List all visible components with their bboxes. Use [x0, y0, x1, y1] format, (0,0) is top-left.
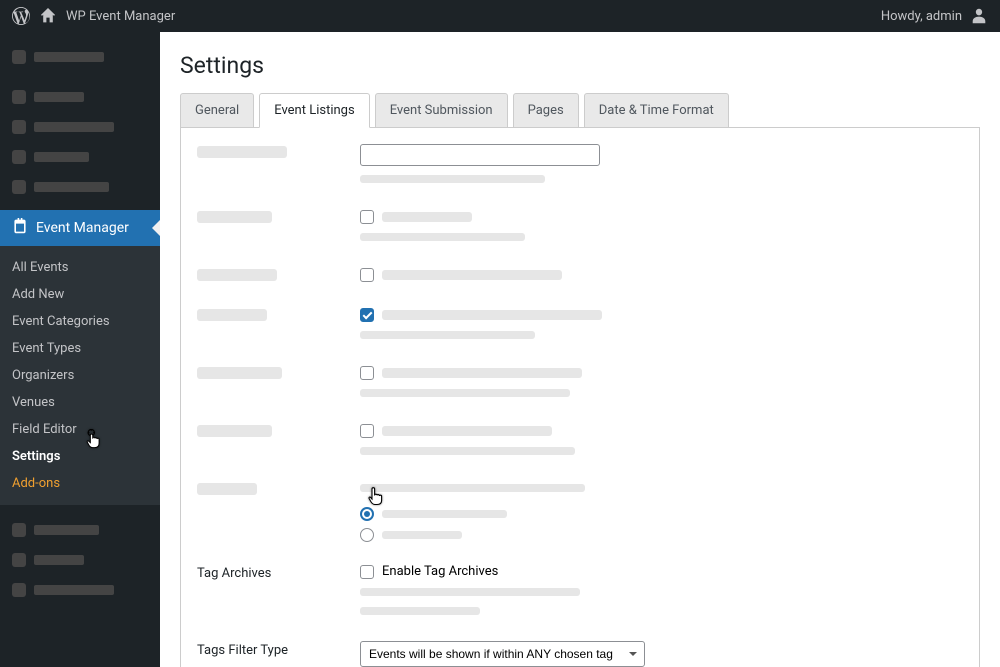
site-title[interactable]: WP Event Manager: [66, 9, 175, 24]
tags-filter-label: Tags Filter Type: [197, 641, 360, 658]
sidebar-item-placeholder[interactable]: [0, 545, 160, 575]
sidebar-item-label: Event Manager: [36, 220, 129, 236]
sidebar-submenu-item[interactable]: Add New: [0, 281, 160, 308]
sidebar-item-placeholder[interactable]: [0, 575, 160, 605]
settings-tab[interactable]: Event Listings: [259, 93, 369, 128]
sidebar-submenu-item[interactable]: All Events: [0, 254, 160, 281]
tag-archives-label: Tag Archives: [197, 564, 360, 581]
sidebar-submenu-item[interactable]: Add-ons: [0, 470, 160, 497]
settings-tab[interactable]: Date & Time Format: [584, 93, 729, 128]
settings-tab[interactable]: General: [180, 93, 254, 128]
setting-text-input[interactable]: [360, 144, 600, 166]
sidebar-submenu-item[interactable]: Venues: [0, 389, 160, 416]
admin-bar: WP Event Manager Howdy, admin: [0, 0, 1000, 32]
checkbox[interactable]: [360, 268, 374, 282]
avatar-icon[interactable]: [970, 7, 988, 25]
sidebar-item-placeholder[interactable]: [0, 515, 160, 545]
admin-sidebar: Event Manager All EventsAdd NewEvent Cat…: [0, 32, 160, 667]
sidebar-submenu-item[interactable]: Event Types: [0, 335, 160, 362]
sidebar-submenu-item[interactable]: Event Categories: [0, 308, 160, 335]
page-title: Settings: [180, 52, 980, 79]
sidebar-item-placeholder[interactable]: [0, 112, 160, 142]
radio[interactable]: [360, 528, 374, 542]
checkbox[interactable]: [360, 424, 374, 438]
main-content: Settings GeneralEvent ListingsEvent Subm…: [160, 32, 1000, 667]
sidebar-item-placeholder[interactable]: [0, 172, 160, 202]
sidebar-submenu: All EventsAdd NewEvent CategoriesEvent T…: [0, 246, 160, 505]
sidebar-item-placeholder[interactable]: [0, 142, 160, 172]
settings-panel: Tag Archives Enable Tag Archives Tags Fi…: [180, 128, 980, 667]
greeting[interactable]: Howdy, admin: [881, 9, 962, 24]
wp-logo-icon[interactable]: [12, 7, 30, 25]
settings-tab[interactable]: Event Submission: [375, 93, 508, 128]
sidebar-item-event-manager[interactable]: Event Manager: [0, 210, 160, 246]
settings-tab[interactable]: Pages: [513, 93, 579, 128]
sidebar-item-placeholder[interactable]: [0, 42, 160, 72]
home-icon[interactable]: [40, 8, 56, 24]
sidebar-item-placeholder[interactable]: [0, 82, 160, 112]
checkbox-checked[interactable]: [360, 308, 374, 322]
enable-tag-archives-text: Enable Tag Archives: [382, 564, 498, 579]
tags-filter-select[interactable]: Events will be shown if within ANY chose…: [360, 641, 645, 667]
settings-tabs: GeneralEvent ListingsEvent SubmissionPag…: [180, 93, 980, 128]
radio-checked[interactable]: [360, 507, 374, 521]
sidebar-submenu-item[interactable]: Settings: [0, 443, 160, 470]
checkbox[interactable]: [360, 210, 374, 224]
calendar-icon: [12, 218, 28, 238]
sidebar-submenu-item[interactable]: Field Editor: [0, 416, 160, 443]
checkbox[interactable]: [360, 366, 374, 380]
sidebar-submenu-item[interactable]: Organizers: [0, 362, 160, 389]
enable-tag-archives-checkbox[interactable]: [360, 565, 374, 579]
